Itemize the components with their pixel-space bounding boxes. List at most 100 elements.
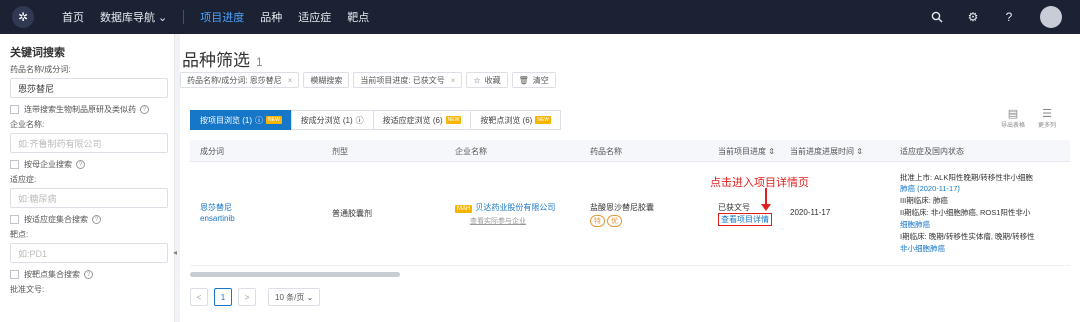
approval-number-label: 批准文号: bbox=[10, 285, 45, 294]
pagination: < 1 > 10 条/页 ⌄ bbox=[190, 288, 321, 306]
col-ingredient[interactable]: 成分词 bbox=[200, 146, 224, 157]
page-1-button[interactable]: 1 bbox=[214, 288, 232, 306]
more-columns-button[interactable]: ☰ 更多列 bbox=[1030, 108, 1064, 129]
view-participating-companies-link[interactable]: 查看实际参与企业 bbox=[470, 216, 526, 226]
nav-database[interactable]: 数据库导航 ⌄ bbox=[100, 9, 167, 25]
nav-variety[interactable]: 品种 bbox=[260, 9, 282, 25]
help-icon[interactable]: ? bbox=[92, 215, 101, 224]
page-title: 品种筛选 1 bbox=[182, 46, 263, 71]
table-row: 恩莎替尼 ensartinib 普通胶囊剂 MAH 贝达药业股份有限公司 查看实际… bbox=[190, 162, 1070, 266]
close-icon[interactable]: × bbox=[288, 76, 293, 85]
close-icon[interactable]: × bbox=[451, 76, 456, 85]
tab-label: 按靶点浏览 (6) bbox=[480, 115, 533, 125]
help-icon: ⓘ bbox=[255, 115, 263, 125]
checkbox-box[interactable] bbox=[10, 215, 19, 224]
annotation-text: 点击进入项目详情页 bbox=[710, 177, 809, 189]
ingredient-en-link[interactable]: ensartinib bbox=[200, 214, 235, 223]
biosimilar-checkbox[interactable]: 连带搜索生物制品原研及类似药 ? bbox=[10, 104, 166, 115]
status-line: II期临床: 非小细胞肺癌, ROS1阳性非小 bbox=[900, 208, 1031, 217]
tab-label: 按项目浏览 (1) bbox=[200, 115, 252, 125]
help-icon[interactable]: ? bbox=[140, 105, 149, 114]
settings-icon[interactable]: ⚙ bbox=[964, 8, 982, 26]
indication-set-label: 按适应症集合搜索 bbox=[24, 215, 88, 224]
tab-by-indication[interactable]: 按适应症浏览 (6) NEW bbox=[372, 110, 472, 130]
view-detail-label[interactable]: 查看项目详情 bbox=[718, 213, 772, 226]
nav-indication[interactable]: 适应症 bbox=[298, 9, 331, 25]
status-line: I期临床: 晚期/转移性实体瘤, 晚期/转移性 bbox=[900, 232, 1035, 241]
filter-chips: 药品名称/成分词: 恩莎替尼 × 模糊搜索 当前项目进度: 已获文号 × ☆ 收藏 🗑… bbox=[180, 72, 560, 88]
target-input[interactable]: 如:PD1 bbox=[10, 243, 168, 263]
indication-set-checkbox[interactable]: 按适应症集合搜索 ? bbox=[10, 214, 166, 225]
clear-button[interactable]: 🗑 清空 bbox=[511, 72, 556, 88]
drug-name-label: 药品名称/成分词: bbox=[10, 65, 71, 74]
col-company[interactable]: 企业名称 bbox=[455, 146, 487, 157]
drug-name: 盐酸恩沙替尼胶囊 bbox=[590, 203, 654, 212]
search-icon[interactable] bbox=[928, 8, 946, 26]
status-line[interactable]: 肺癌 (2020-11-17) bbox=[900, 183, 960, 194]
indication-label: 适应症: bbox=[10, 175, 37, 184]
target-set-checkbox[interactable]: 按靶点集合搜索 ? bbox=[10, 269, 166, 280]
annotation-arrowhead bbox=[761, 204, 771, 211]
main-content: 品种筛选 1 药品名称/成分词: 恩莎替尼 × 模糊搜索 当前项目进度: 已获文号 ×… bbox=[180, 34, 1080, 322]
tab-by-target[interactable]: 按靶点浏览 (6) NEW bbox=[470, 110, 562, 130]
target-label: 靶点: bbox=[10, 230, 29, 239]
col-dosage[interactable]: 剂型 bbox=[332, 146, 348, 157]
col-drug-name[interactable]: 药品名称 bbox=[590, 146, 622, 157]
page-size-select[interactable]: 10 条/页 ⌄ bbox=[268, 288, 321, 306]
star-icon: ☆ bbox=[473, 75, 481, 85]
result-count: 1 bbox=[256, 55, 263, 69]
table-tools: ▤ 导出表格 ☰ 更多列 bbox=[996, 108, 1064, 129]
tab-by-project[interactable]: 按项目浏览 (1) ⓘ NEW bbox=[190, 110, 292, 130]
status-line[interactable]: 细胞肺癌 bbox=[900, 219, 930, 230]
export-table-button[interactable]: ▤ 导出表格 bbox=[996, 108, 1030, 129]
col-progress-date[interactable]: 当前进度进展时间 ⇕ bbox=[790, 146, 863, 157]
view-project-detail-button[interactable]: 查看项目详情 bbox=[718, 213, 772, 226]
checkbox-box[interactable] bbox=[10, 105, 19, 114]
status-line: 批准上市: ALK阳性晚期/转移性非小细胞 bbox=[900, 173, 1033, 182]
col-progress[interactable]: 当前项目进度 ⇕ bbox=[718, 146, 775, 157]
favorite-label: 收藏 bbox=[484, 75, 501, 85]
help-icon[interactable]: ? bbox=[76, 160, 85, 169]
status-line: III期临床: 肺癌 bbox=[900, 196, 948, 205]
progress-date: 2020-11-17 bbox=[790, 208, 831, 217]
checkbox-box[interactable] bbox=[10, 160, 19, 169]
favorite-button[interactable]: ☆ 收藏 bbox=[466, 72, 508, 88]
parent-company-checkbox[interactable]: 按母企业搜索 ? bbox=[10, 159, 166, 170]
drug-name-input[interactable]: 恩莎替尼 bbox=[10, 78, 168, 98]
help-icon[interactable]: ? bbox=[1000, 8, 1018, 26]
browse-tabs: 按项目浏览 (1) ⓘ NEW 按成分浏览 (1) ⓘ 按适应症浏览 (6) N… bbox=[190, 110, 562, 130]
tab-label: 按成分浏览 (1) bbox=[300, 115, 353, 125]
nav-project-progress[interactable]: 项目进度 bbox=[200, 9, 244, 25]
col-indication-status[interactable]: 适应症及国内状态 bbox=[900, 146, 964, 157]
nav-home[interactable]: 首页 bbox=[62, 9, 84, 25]
mah-badge: MAH bbox=[455, 205, 473, 213]
special-badge: 特 bbox=[590, 215, 605, 227]
fuzzy-search-chip[interactable]: 模糊搜索 bbox=[303, 72, 350, 88]
export-label: 导出表格 bbox=[1000, 123, 1025, 129]
prev-page-button[interactable]: < bbox=[190, 288, 208, 306]
checkbox-box[interactable] bbox=[10, 270, 19, 279]
more-columns-label: 更多列 bbox=[1037, 123, 1056, 129]
nav-target[interactable]: 靶点 bbox=[347, 9, 369, 25]
company-input[interactable]: 如:齐鲁制药有限公司 bbox=[10, 133, 168, 153]
avatar[interactable] bbox=[1040, 6, 1062, 28]
collapse-panel-icon[interactable]: ◂ bbox=[173, 248, 177, 257]
priority-badge: 优 bbox=[607, 215, 622, 227]
filter-chip-drug[interactable]: 药品名称/成分词: 恩莎替尼 × bbox=[180, 72, 300, 88]
logo-icon[interactable]: ✲ bbox=[12, 6, 34, 28]
filter-chip-progress[interactable]: 当前项目进度: 已获文号 × bbox=[353, 72, 463, 88]
status-line[interactable]: 非小细胞肺癌 bbox=[900, 243, 945, 254]
nav-divider bbox=[183, 10, 185, 24]
help-icon[interactable]: ? bbox=[84, 270, 93, 279]
top-navbar: ✲ 首页 数据库导航 ⌄ 项目进度 品种 适应症 靶点 ⚙ ? bbox=[0, 0, 1080, 34]
page-title-text: 品种筛选 bbox=[182, 51, 250, 70]
new-badge: NEW bbox=[535, 116, 552, 124]
ingredient-cn-link[interactable]: 恩莎替尼 bbox=[200, 202, 232, 213]
tab-by-ingredient[interactable]: 按成分浏览 (1) ⓘ bbox=[290, 110, 374, 130]
drug-tags: 特优 bbox=[590, 215, 624, 227]
new-badge: NEW bbox=[266, 116, 282, 124]
indication-input[interactable]: 如:糖尿病 bbox=[10, 188, 168, 208]
horizontal-scrollbar[interactable] bbox=[190, 272, 400, 277]
company-link[interactable]: 贝达药业股份有限公司 bbox=[475, 203, 555, 212]
next-page-button[interactable]: > bbox=[238, 288, 256, 306]
